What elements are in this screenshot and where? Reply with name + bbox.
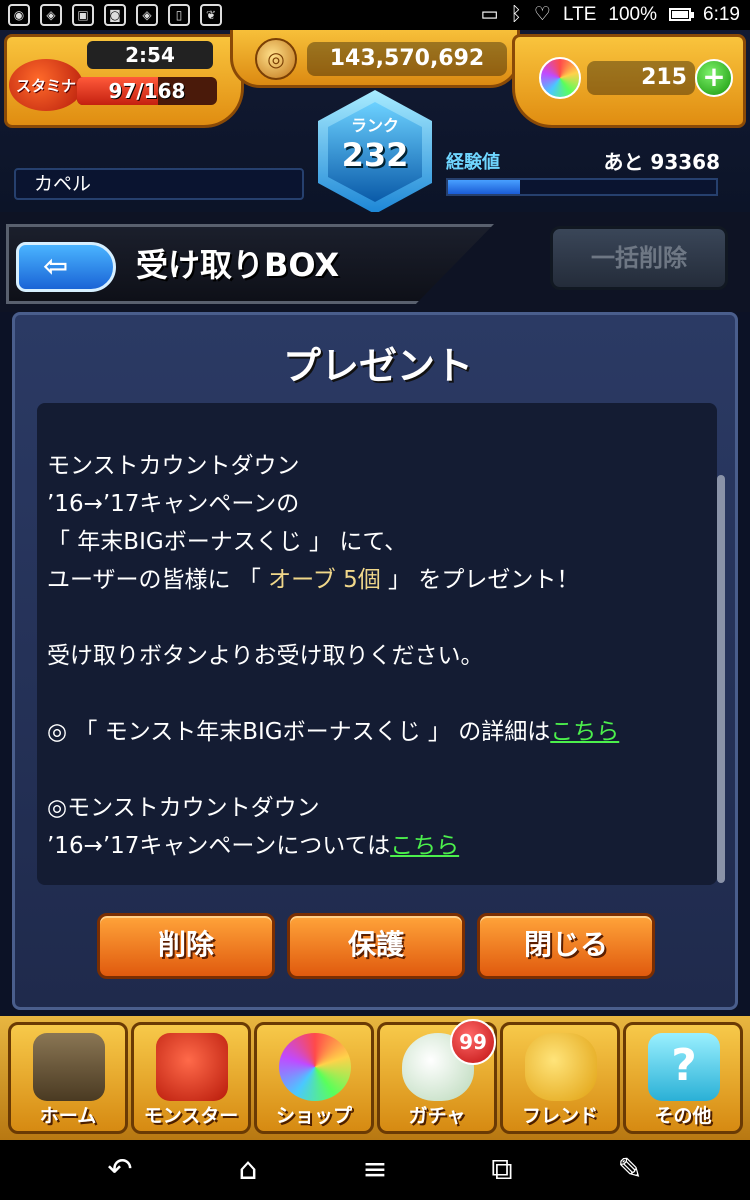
camera-icon: ◙: [104, 4, 126, 26]
nav-monster[interactable]: モンスター: [131, 1022, 251, 1134]
orb-reward-highlight: オーブ 5個: [268, 567, 381, 593]
page-title: 受け取りBOX: [136, 246, 340, 284]
orb-shop-icon: [279, 1033, 351, 1101]
nav-gacha[interactable]: 99 ガチャ: [377, 1019, 497, 1134]
exp-bar-fill: [448, 180, 521, 194]
friends-icon: [525, 1033, 597, 1101]
close-button[interactable]: 閉じる: [477, 913, 655, 979]
exp-label: 経験値: [446, 152, 500, 173]
gate-icon: [33, 1033, 105, 1101]
nav-home[interactable]: ホーム: [8, 1022, 128, 1134]
message-line: 「 年末BIGボーナスくじ 」 にて、: [47, 529, 408, 555]
app-notification-icon: ◉: [8, 4, 30, 26]
nav-home-label: ホーム: [39, 1105, 97, 1127]
message-text-part: ◎ 「 モンスト年末BIGボーナスくじ 」 の詳細は: [47, 719, 551, 745]
campaign-link[interactable]: こちら: [390, 833, 459, 859]
gacha-count-badge: 99: [450, 1019, 496, 1065]
stamina-timer: 2:54: [87, 41, 213, 69]
player-name: カペル: [14, 168, 304, 200]
bluetooth-icon: ᛒ: [510, 3, 522, 25]
orb-count: 215: [587, 61, 695, 95]
nav-shop[interactable]: ショップ: [254, 1022, 374, 1134]
stamina-panel[interactable]: スタミナ 2:54 97/168: [4, 34, 244, 128]
shield-icon: ◈: [136, 4, 158, 26]
nav-gacha-label: ガチャ: [408, 1105, 466, 1127]
stamina-label: スタミナ: [9, 59, 83, 111]
bulk-delete-button[interactable]: 一括削除: [550, 226, 728, 290]
details-link[interactable]: こちら: [550, 719, 619, 745]
battery-text: 100%: [608, 3, 658, 25]
heart-icon: ♡: [533, 4, 551, 25]
image-icon: ▣: [72, 4, 94, 26]
nav-monster-label: モンスター: [143, 1105, 239, 1127]
nav-shop-label: ショップ: [275, 1105, 352, 1127]
question-icon: ?: [648, 1033, 720, 1101]
delete-button[interactable]: 削除: [97, 913, 275, 979]
message-line: ◎ 「 モンスト年末BIGボーナスくじ 」 の詳細はこちら: [47, 713, 707, 751]
protect-button[interactable]: 保護: [287, 913, 465, 979]
exp-remaining: あと 93368: [603, 150, 720, 174]
game-header: スタミナ 2:54 97/168 ◎ 143,570,692 215 + ランク…: [0, 30, 750, 214]
app-root: ◉ ◈ ▣ ◙ ◈ ▯ ❦ ▭ ᛒ ♡ LTE 100% 6:19 スタミナ 2…: [0, 0, 750, 1200]
clock: 6:19: [703, 3, 740, 25]
back-arrow-icon: ⇦: [43, 249, 69, 284]
message-line: ◎モンストカウントダウン: [47, 795, 320, 821]
rank-value: 232: [341, 136, 409, 174]
message-scrollbar[interactable]: [717, 405, 725, 883]
leaf-icon: ❦: [200, 4, 222, 26]
signal-icon: LTE: [562, 3, 597, 25]
orb-icon: [539, 57, 581, 99]
gold-panel: ◎ 143,570,692: [230, 30, 520, 88]
gold-value: 143,570,692: [307, 42, 507, 76]
message-box[interactable]: モンストカウントダウン ’16→’17キャンペーンの 「 年末BIGボーナスくじ…: [37, 403, 717, 885]
dialog-title: プレゼント: [282, 344, 473, 388]
message-text-part: ユーザーの皆様に 「: [47, 567, 269, 593]
buy-orbs-button[interactable]: +: [695, 59, 733, 97]
rank-label: ランク: [350, 116, 399, 135]
shield-icon: ◈: [40, 4, 62, 26]
message-text: モンストカウントダウン ’16→’17キャンペーンの 「 年末BIGボーナスくじ…: [47, 447, 707, 865]
orb-panel[interactable]: 215 +: [512, 34, 746, 128]
nav-other[interactable]: ? その他: [623, 1022, 743, 1134]
nav-other-label: その他: [654, 1105, 712, 1127]
stamina-count: 97/168: [108, 79, 186, 103]
menu-nav-icon[interactable]: ≡: [355, 1150, 395, 1190]
cast-icon: ▭: [480, 4, 499, 25]
nav-friend-label: フレンド: [521, 1105, 598, 1127]
nav-friend[interactable]: フレンド: [500, 1022, 620, 1134]
message-line: ’16→’17キャンペーンについてはこちら: [47, 827, 707, 865]
notification-icons: ◉ ◈ ▣ ◙ ◈ ▯ ❦: [8, 4, 222, 26]
game-nav: ホーム モンスター ショップ 99 ガチャ フレンド ? その他: [0, 1016, 750, 1140]
message-line: ’16→’17キャンペーンの: [47, 491, 300, 517]
message-line: 受け取りボタンよりお受け取りください。: [47, 643, 484, 669]
message-text-part: 」 をプレゼント！: [380, 567, 580, 593]
rank-badge: ランク 232: [318, 90, 432, 214]
present-dialog: プレゼント モンストカウントダウン ’16→’17キャンペーンの 「 年末BIG…: [12, 312, 738, 1010]
battery-icon: [669, 8, 695, 21]
message-text-part: ’16→’17キャンペーンについては: [47, 833, 391, 859]
message-line: モンストカウントダウン: [47, 453, 300, 479]
back-button[interactable]: ⇦: [16, 242, 116, 292]
android-nav-bar: ↶ ⌂ ≡ ⧉ ✎: [0, 1140, 750, 1200]
message-line: ユーザーの皆様に 「 オーブ 5個 」 をプレゼント！: [47, 561, 707, 599]
pen-nav-icon[interactable]: ✎: [610, 1150, 650, 1190]
monster-icon: [156, 1033, 228, 1101]
home-nav-icon[interactable]: ⌂: [228, 1150, 268, 1190]
scroll-thumb[interactable]: [717, 475, 725, 883]
coin-icon: ◎: [255, 38, 297, 80]
back-nav-icon[interactable]: ↶: [100, 1150, 140, 1190]
status-bar: ◉ ◈ ▣ ◙ ◈ ▯ ❦ ▭ ᛒ ♡ LTE 100% 6:19: [0, 0, 750, 30]
system-status: ▭ ᛒ ♡ LTE 100% 6:19: [481, 3, 740, 26]
phone-rotate-icon: ▯: [168, 4, 190, 26]
recents-nav-icon[interactable]: ⧉: [482, 1150, 522, 1190]
exp-bar: [446, 178, 718, 196]
